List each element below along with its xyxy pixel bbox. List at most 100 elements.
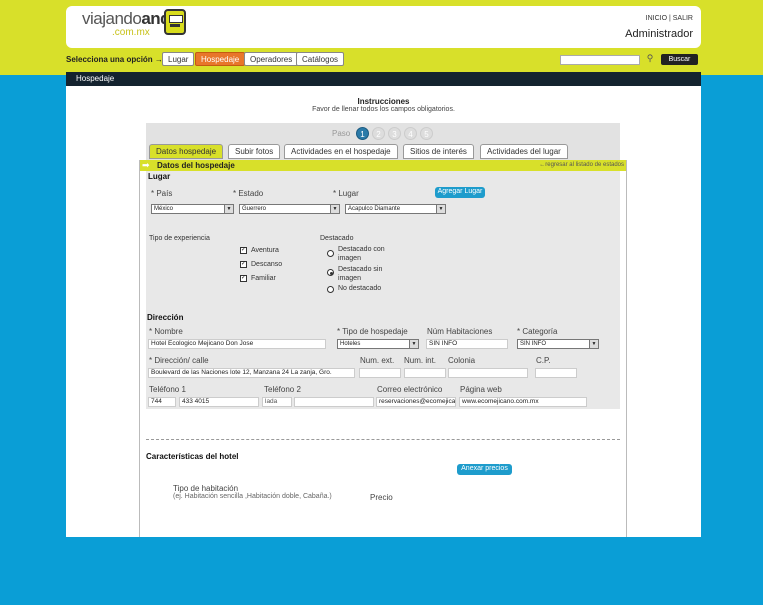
direccion-title: Dirección xyxy=(147,313,184,322)
checkbox-familiar[interactable]: ✓ xyxy=(240,275,247,282)
radio-sin-imagen[interactable] xyxy=(327,269,334,276)
bus-icon xyxy=(164,9,186,35)
correo-label: Correo electrónico xyxy=(377,385,443,394)
search-icon[interactable]: ⚲ xyxy=(642,53,658,65)
experiencia-label: Tipo de experiencia xyxy=(149,235,210,242)
tipo-hospedaje-value: Hoteles xyxy=(340,341,361,347)
arrow-right-icon: ➡ xyxy=(142,160,150,170)
categoria-value: SIN INFO xyxy=(520,341,547,347)
nav-prompt: Selecciona una opción → xyxy=(66,55,163,64)
descanso-label: Descanso xyxy=(251,261,283,268)
colonia-label: Colonia xyxy=(448,356,476,365)
telefono1-lada-input[interactable]: 744 xyxy=(148,397,176,407)
frame-left xyxy=(139,160,140,537)
tipo-habitacion-label: Tipo de habitación xyxy=(173,484,239,493)
aventura-label: Aventura xyxy=(251,247,279,254)
steps-label: Paso xyxy=(332,129,351,138)
destacado-label: Destacado xyxy=(320,235,354,242)
estado-label: * Estado xyxy=(233,189,264,198)
num-ext-label: Num. ext. xyxy=(360,356,395,365)
tab-datos-hospedaje[interactable]: Datos hospedaje xyxy=(149,144,224,159)
nombre-label: * Nombre xyxy=(149,327,183,336)
pais-value: México xyxy=(154,206,174,212)
cp-label: C.P. xyxy=(536,356,551,365)
habitaciones-label: Núm Habitaciones xyxy=(427,327,493,336)
divider xyxy=(146,439,620,440)
pais-label: * País xyxy=(151,189,173,198)
estado-value: Guerrero xyxy=(242,206,267,212)
anexar-precios-button[interactable]: Anexar precios xyxy=(457,464,512,475)
sin-imagen-label: Destacado sin imagen xyxy=(338,266,383,282)
search-button[interactable]: Buscar xyxy=(661,54,698,65)
tab-actividades-lugar[interactable]: Actividades del lugar xyxy=(480,144,568,159)
web-input[interactable]: www.ecomejicano.com.mx xyxy=(459,397,587,407)
tab-sitios-interes[interactable]: Sitios de interés xyxy=(403,144,474,159)
num-ext-input[interactable] xyxy=(359,368,401,378)
calle-input[interactable]: Boulevard de las Naciones lote 12, Manza… xyxy=(148,368,355,378)
nav-catalogos[interactable]: Catálogos xyxy=(296,52,345,66)
num-int-input[interactable] xyxy=(404,368,446,378)
familiar-label: Familiar xyxy=(251,275,276,282)
radio-con-imagen[interactable] xyxy=(327,250,334,257)
chevron-down-icon: ▼ xyxy=(409,340,418,348)
instructions-text: Favor de llenar todos los campos obligat… xyxy=(312,106,455,113)
user-name: Administrador xyxy=(625,28,693,40)
step-3[interactable]: 3 xyxy=(388,127,401,140)
nav-lugar[interactable]: Lugar xyxy=(162,52,195,66)
tab-actividades-hospedaje[interactable]: Actividades en el hospedaje xyxy=(284,144,398,159)
num-int-label: Num. int. xyxy=(404,356,437,365)
categoria-select[interactable]: SIN INFO ▼ xyxy=(517,339,599,349)
chevron-down-icon: ▼ xyxy=(224,205,233,213)
checkbox-aventura[interactable]: ✓ xyxy=(240,247,247,254)
lugar-select[interactable]: Acapulco Diamante ▼ xyxy=(345,204,446,214)
cp-input[interactable] xyxy=(535,368,577,378)
site-logo[interactable]: viajandoando .com.mx xyxy=(82,9,192,43)
chevron-down-icon: ▼ xyxy=(330,205,339,213)
back-link[interactable]: ←regresar al listado de estados xyxy=(539,162,624,168)
colonia-input[interactable] xyxy=(448,368,528,378)
lugar-label: * Lugar xyxy=(333,189,359,198)
tab-subir-fotos[interactable]: Subir fotos xyxy=(228,144,281,159)
step-4[interactable]: 4 xyxy=(404,127,417,140)
calle-label: * Dirección/ calle xyxy=(149,356,209,365)
nav-hospedaje[interactable]: Hospedaje xyxy=(195,52,246,66)
top-links[interactable]: INICIO | SALIR xyxy=(646,15,693,22)
nav-operadores[interactable]: Operadores xyxy=(244,52,299,66)
tipo-habitacion-hint: (ej. Habitación sencilla ,Habitación dob… xyxy=(173,493,332,500)
step-2[interactable]: 2 xyxy=(372,127,385,140)
con-imagen-label: Destacado con imagen xyxy=(338,246,385,262)
pais-select[interactable]: México ▼ xyxy=(151,204,234,214)
checkbox-descanso[interactable]: ✓ xyxy=(240,261,247,268)
logo-domain: .com.mx xyxy=(112,27,150,38)
correo-input[interactable]: reservaciones@ecomejicano xyxy=(376,397,456,407)
logo-text-1: viajando xyxy=(82,9,142,28)
step-5[interactable]: 5 xyxy=(420,127,433,140)
chevron-down-icon: ▼ xyxy=(589,340,598,348)
no-destacado-label: No destacado xyxy=(338,285,382,292)
section-header: ➡ Datos del hospedaje ←regresar al lista… xyxy=(139,160,626,171)
radio-no-destacado[interactable] xyxy=(327,286,334,293)
lugar-value: Acapulco Diamante xyxy=(348,206,401,212)
page-title: Hospedaje xyxy=(66,72,701,86)
precio-label: Precio xyxy=(370,493,393,502)
caracteristicas-title: Características del hotel xyxy=(146,452,239,461)
estado-select[interactable]: Guerrero ▼ xyxy=(239,204,340,214)
telefono2-lada-input[interactable]: lada xyxy=(262,397,292,407)
lugar-title: Lugar xyxy=(148,172,171,181)
telefono2-input[interactable] xyxy=(294,397,374,407)
chevron-down-icon: ▼ xyxy=(436,205,445,213)
search-input[interactable] xyxy=(560,55,640,65)
frame-right xyxy=(626,160,627,537)
instructions-title: Instrucciones xyxy=(357,97,410,106)
tipo-hospedaje-label: * Tipo de hospedaje xyxy=(337,327,408,336)
telefono1-label: Teléfono 1 xyxy=(149,385,186,394)
telefono1-input[interactable]: 433 4015 xyxy=(179,397,259,407)
section-title: Datos del hospedaje xyxy=(157,161,235,170)
add-lugar-button[interactable]: Agregar Lugar xyxy=(435,187,485,198)
step-1[interactable]: 1 xyxy=(356,127,369,140)
telefono2-label: Teléfono 2 xyxy=(264,385,301,394)
habitaciones-input[interactable]: SIN INFO xyxy=(426,339,508,349)
nombre-input[interactable]: Hotel Ecologico Mejicano Don Jose xyxy=(148,339,326,349)
web-label: Página web xyxy=(460,385,502,394)
tipo-hospedaje-select[interactable]: Hoteles ▼ xyxy=(337,339,419,349)
